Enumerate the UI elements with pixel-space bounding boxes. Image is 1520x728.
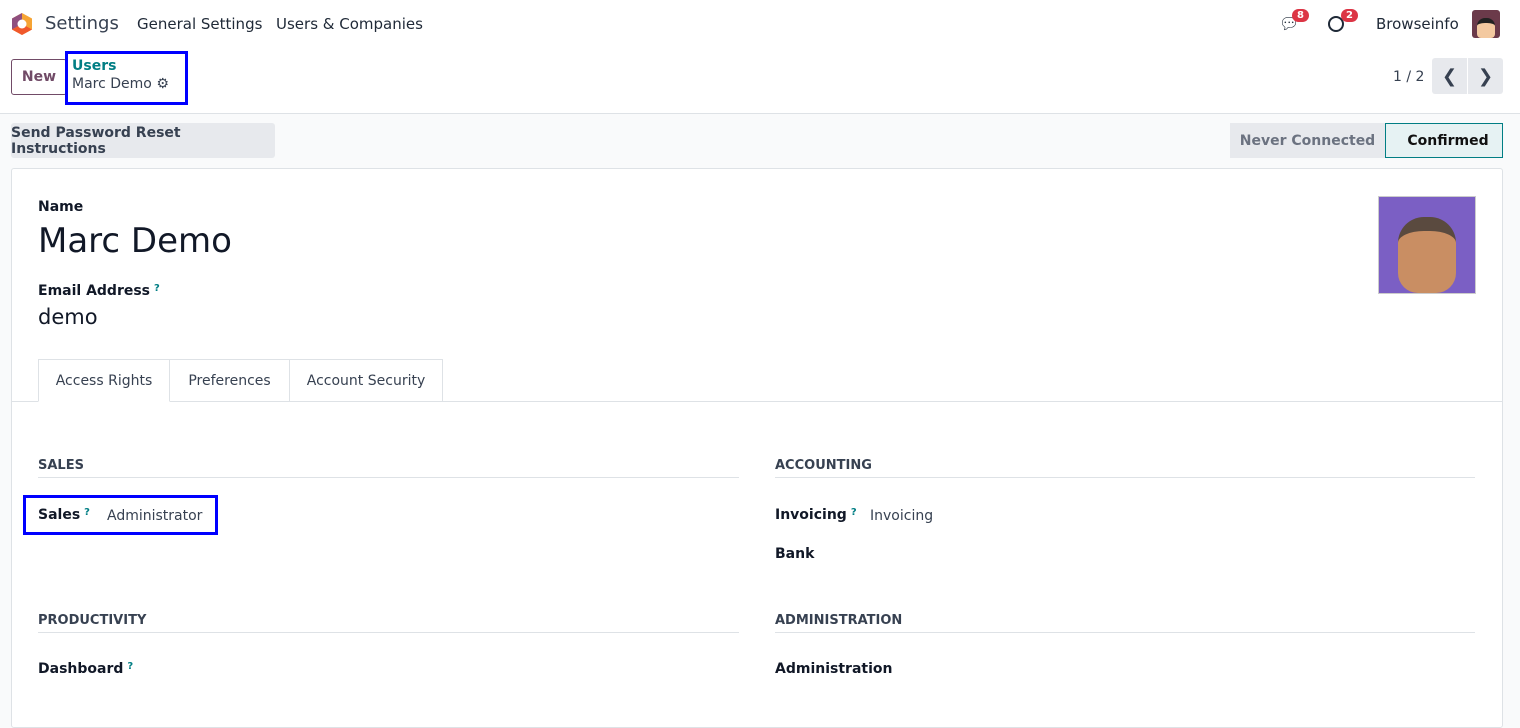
name-field[interactable]: Marc Demo — [38, 221, 232, 261]
form-sheet: Name Marc Demo Email Address? demo Acces… — [11, 168, 1503, 728]
pager-value[interactable]: 1 / 2 — [1393, 69, 1424, 85]
breadcrumb: Users Marc Demo ⚙ — [65, 51, 188, 105]
name-label: Name — [38, 199, 84, 215]
activities-badge: 2 — [1341, 9, 1358, 22]
pager-previous[interactable]: ❮ — [1432, 58, 1467, 94]
breadcrumb-current: Marc Demo — [72, 76, 152, 92]
messages-badge: 8 — [1292, 9, 1309, 22]
sales-select[interactable]: Administrator — [107, 508, 202, 524]
breadcrumb-users[interactable]: Users — [72, 58, 181, 74]
pager-next[interactable]: ❯ — [1468, 58, 1503, 94]
dashboard-label: Dashboard? — [38, 661, 134, 677]
activities-button[interactable]: 2 — [1328, 9, 1358, 34]
tab-account-security[interactable]: Account Security — [290, 359, 443, 402]
section-administration: ADMINISTRATION — [775, 613, 1475, 633]
help-icon[interactable]: ? — [127, 661, 133, 672]
bank-label: Bank — [775, 546, 815, 562]
app-name[interactable]: Settings — [45, 13, 119, 34]
administration-label: Administration — [775, 661, 893, 677]
sales-label: Sales? — [38, 507, 90, 523]
chevron-right-icon: ❯ — [1477, 65, 1494, 87]
section-accounting: ACCOUNTING — [775, 458, 1475, 478]
help-icon[interactable]: ? — [851, 507, 857, 518]
control-panel: New Users Marc Demo ⚙ 1 / 2 ❮ ❯ — [0, 48, 1520, 114]
email-label: Email Address? — [38, 283, 160, 299]
menu-users-companies[interactable]: Users & Companies — [276, 15, 423, 33]
invoicing-select[interactable]: Invoicing — [870, 508, 933, 524]
messages-button[interactable]: 💬︎ 8 — [1279, 9, 1309, 34]
menu-general-settings[interactable]: General Settings — [137, 15, 262, 33]
tab-preferences[interactable]: Preferences — [170, 359, 290, 402]
help-icon[interactable]: ? — [154, 283, 160, 294]
user-photo[interactable] — [1378, 196, 1476, 294]
tab-access-rights[interactable]: Access Rights — [38, 359, 170, 402]
status-confirmed[interactable]: Confirmed — [1385, 123, 1503, 158]
odoo-logo-icon[interactable] — [10, 12, 34, 36]
section-productivity: PRODUCTIVITY — [38, 613, 739, 633]
send-password-reset-button[interactable]: Send Password Reset Instructions — [11, 123, 275, 158]
section-sales: SALES — [38, 458, 739, 478]
company-switcher[interactable]: Browseinfo — [1376, 15, 1459, 33]
user-avatar[interactable] — [1472, 10, 1500, 38]
status-bar: Never Connected Confirmed — [1230, 123, 1503, 158]
chevron-left-icon: ❮ — [1441, 65, 1458, 87]
email-field[interactable]: demo — [38, 305, 98, 329]
status-never-connected[interactable]: Never Connected — [1230, 123, 1385, 158]
new-button[interactable]: New — [11, 59, 67, 95]
gear-icon[interactable]: ⚙ — [156, 76, 169, 92]
top-navbar: Settings General Settings Users & Compan… — [0, 0, 1520, 48]
help-icon[interactable]: ? — [84, 507, 90, 518]
tabs-bar: Access Rights Preferences Account Securi… — [12, 359, 1502, 402]
invoicing-label: Invoicing? — [775, 507, 857, 523]
